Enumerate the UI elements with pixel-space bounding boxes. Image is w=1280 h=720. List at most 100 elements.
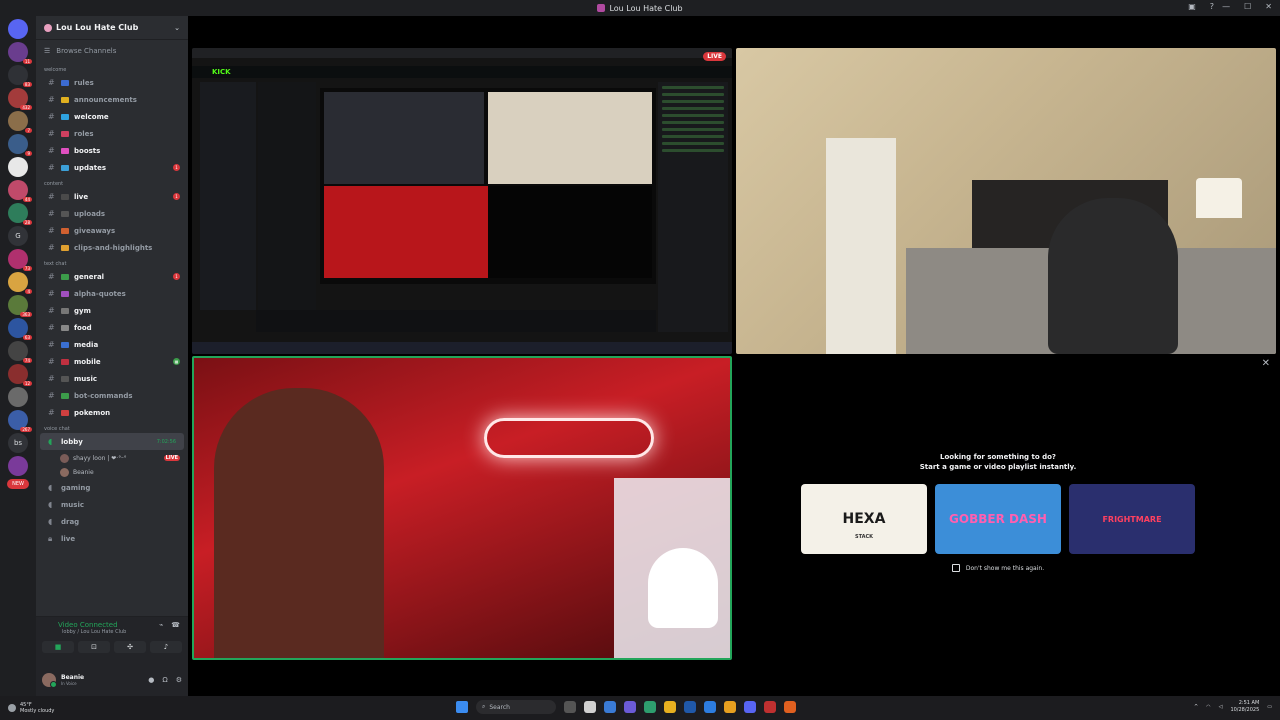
- channel-general[interactable]: # general 1: [36, 268, 188, 285]
- disconnect-icon[interactable]: ☎: [171, 621, 180, 629]
- minimize-icon[interactable]: —: [1222, 2, 1230, 11]
- user-info[interactable]: Beanie In Voice: [61, 674, 84, 686]
- category-voice-chat[interactable]: voice chat: [36, 421, 188, 433]
- server-item[interactable]: 83: [8, 65, 32, 87]
- app-icon[interactable]: [584, 701, 596, 713]
- voice-user-beanie[interactable]: Beanie: [36, 465, 188, 479]
- dont-show-option[interactable]: Don't show me this again.: [788, 564, 1208, 572]
- noise-suppression-icon[interactable]: ⌁: [159, 621, 163, 629]
- screen-share-tile[interactable]: KICK LIVE: [192, 48, 732, 354]
- activities-button[interactable]: ✣: [114, 641, 146, 653]
- channel-live[interactable]: # live 1: [36, 188, 188, 205]
- server-item[interactable]: 63: [8, 318, 32, 340]
- microphone-icon[interactable]: ●: [148, 676, 154, 684]
- server-item[interactable]: 44: [8, 180, 32, 202]
- task-view-icon[interactable]: [564, 701, 576, 713]
- server-item[interactable]: 432: [8, 88, 32, 110]
- notification-icon[interactable]: ▭: [1267, 704, 1272, 710]
- channel-music[interactable]: # music: [36, 370, 188, 387]
- server-item[interactable]: 74: [8, 341, 32, 363]
- activity-card-hexa[interactable]: HEXA STACK: [801, 484, 927, 554]
- folder-icon[interactable]: [664, 701, 676, 713]
- channel-pokemon[interactable]: # pokemon: [36, 404, 188, 421]
- volume-icon[interactable]: ◁: [1219, 704, 1223, 710]
- chat-line: [662, 86, 724, 89]
- channel-announcements[interactable]: # announcements: [36, 91, 188, 108]
- channel-roles[interactable]: # roles: [36, 125, 188, 142]
- webcam-tile-beanie[interactable]: [736, 48, 1276, 354]
- channel-giveaways[interactable]: # giveaways: [36, 222, 188, 239]
- server-item[interactable]: [8, 456, 28, 476]
- voice-channel-lobby[interactable]: ◖ lobby 7:02:56: [40, 433, 184, 450]
- inbox-icon[interactable]: ▣: [1188, 2, 1196, 11]
- weather-widget[interactable]: 45°F Mostly cloudy: [0, 702, 54, 714]
- channel-boosts[interactable]: # boosts: [36, 142, 188, 159]
- checkbox[interactable]: [951, 564, 960, 572]
- close-window-icon[interactable]: ✕: [1265, 2, 1272, 11]
- server-item[interactable]: 7: [8, 111, 32, 133]
- new-badge[interactable]: NEW: [7, 479, 29, 489]
- channel-media[interactable]: # media: [36, 336, 188, 353]
- server-item[interactable]: 9: [8, 134, 32, 156]
- activity-card-fright[interactable]: FRIGHTMARE: [1069, 484, 1195, 554]
- server-item[interactable]: 11: [8, 42, 32, 64]
- app-icon[interactable]: [764, 701, 776, 713]
- taskbar-search[interactable]: ⌕ Search: [476, 700, 556, 714]
- wifi-icon[interactable]: ◠: [1206, 704, 1210, 710]
- app-icon[interactable]: [684, 701, 696, 713]
- voice-user-streamer[interactable]: shayy loon | ❤·°ᵕ° LIVE: [36, 451, 188, 465]
- camera-button[interactable]: ■: [42, 641, 74, 653]
- chrome-icon[interactable]: [724, 701, 736, 713]
- activity-card-gobber[interactable]: GOBBER DASH: [935, 484, 1061, 554]
- server-item[interactable]: [8, 387, 28, 407]
- voice-channel-gaming[interactable]: ◖ gaming: [36, 479, 188, 496]
- server-item[interactable]: 12: [8, 364, 32, 386]
- app-icon[interactable]: [704, 701, 716, 713]
- channel-uploads[interactable]: # uploads: [36, 205, 188, 222]
- chevron-up-icon[interactable]: ^: [1194, 704, 1198, 710]
- server-item[interactable]: G: [8, 226, 28, 246]
- server-item[interactable]: bs: [8, 433, 28, 453]
- app-icon[interactable]: [624, 701, 636, 713]
- screen-share-button[interactable]: ⊡: [78, 641, 110, 653]
- server-header[interactable]: Lou Lou Hate Club ⌄: [36, 16, 188, 40]
- channel-mobile[interactable]: # mobile ▦: [36, 353, 188, 370]
- category-text-chat[interactable]: text chat: [36, 256, 188, 268]
- channel-clips[interactable]: # clips-and-highlights: [36, 239, 188, 256]
- soundboard-button[interactable]: ♪: [150, 641, 182, 653]
- channel-gym[interactable]: # gym: [36, 302, 188, 319]
- home-icon[interactable]: [8, 19, 28, 39]
- clock[interactable]: 2:51 AM 10/28/2025: [1230, 700, 1259, 714]
- channel-bot-commands[interactable]: # bot-commands: [36, 387, 188, 404]
- server-item[interactable]: [8, 157, 28, 177]
- voice-channel-music[interactable]: ◖ music: [36, 496, 188, 513]
- server-item[interactable]: 267: [8, 410, 32, 432]
- channel-food[interactable]: # food: [36, 319, 188, 336]
- channel-rules[interactable]: # rules: [36, 74, 188, 91]
- app-icon[interactable]: [644, 701, 656, 713]
- app-icon[interactable]: [604, 701, 616, 713]
- channel-updates[interactable]: # updates 1: [36, 159, 188, 176]
- user-avatar[interactable]: [42, 673, 57, 688]
- server-item[interactable]: 363: [8, 295, 32, 317]
- channel-welcome[interactable]: # welcome: [36, 108, 188, 125]
- server-item[interactable]: 4: [8, 272, 32, 294]
- browse-channels[interactable]: ☰ Browse Channels: [36, 40, 188, 62]
- headphones-icon[interactable]: Ω: [162, 676, 167, 684]
- speaker-icon: ◖: [48, 500, 53, 509]
- maximize-icon[interactable]: ☐: [1244, 2, 1251, 11]
- webcam-tile-streamer[interactable]: [192, 356, 732, 660]
- category-welcome[interactable]: welcome: [36, 62, 188, 74]
- category-content[interactable]: content: [36, 176, 188, 188]
- voice-channel-live[interactable]: 🔒︎ live: [36, 530, 188, 547]
- server-item[interactable]: 28: [8, 203, 32, 225]
- server-item[interactable]: 73: [8, 249, 32, 271]
- discord-icon[interactable]: [744, 701, 756, 713]
- settings-gear-icon[interactable]: ⚙: [176, 676, 182, 684]
- app-icon[interactable]: [784, 701, 796, 713]
- channel-alpha-quotes[interactable]: # alpha-quotes: [36, 285, 188, 302]
- voice-channel-drag[interactable]: ◖ drag: [36, 513, 188, 530]
- windows-start-icon[interactable]: [456, 701, 468, 713]
- help-icon[interactable]: ?: [1210, 2, 1214, 11]
- close-icon[interactable]: ✕: [1262, 358, 1270, 369]
